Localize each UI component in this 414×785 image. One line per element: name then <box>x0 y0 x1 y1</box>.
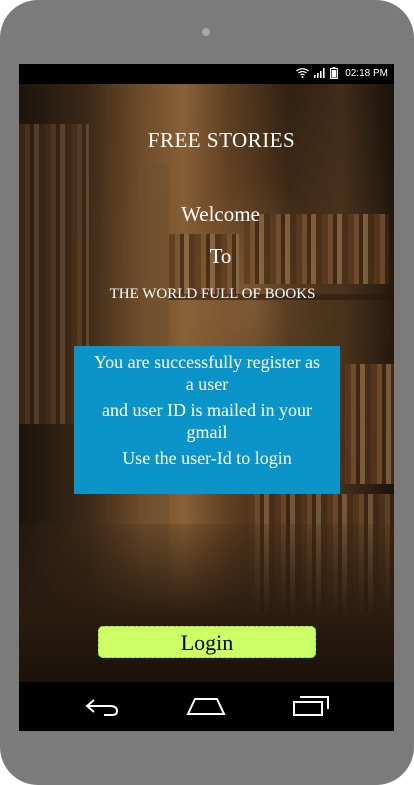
to-text: To <box>209 244 232 268</box>
welcome-text: Welcome <box>181 202 260 226</box>
recents-icon[interactable] <box>291 692 331 720</box>
page-title: FREE STORIES <box>147 128 296 152</box>
message-line: and user ID is mailed in your <box>102 400 312 420</box>
status-bar: 02:18 PM <box>19 64 394 84</box>
app-content: FREE STORIES Welcome To THE WORLD FULL O… <box>19 84 394 682</box>
message-line: You are successfully register as <box>93 352 321 372</box>
device-screen: 02:18 PM FREE STORIES Welcome To THE WOR… <box>19 64 394 731</box>
status-time: 02:18 PM <box>345 67 388 79</box>
tagline: THE WORLD FULL OF BOOKS <box>109 286 316 302</box>
device-frame: 02:18 PM FREE STORIES Welcome To THE WOR… <box>0 0 414 785</box>
message-line: gmail <box>186 422 228 442</box>
home-icon[interactable] <box>186 692 226 720</box>
message-line: Use the user-Id to login <box>122 448 292 468</box>
battery-icon <box>330 67 339 79</box>
message-line: a user <box>185 374 229 394</box>
back-icon[interactable] <box>82 692 122 720</box>
navigation-bar <box>19 682 394 731</box>
camera-icon <box>202 28 210 36</box>
signal-icon <box>314 68 325 78</box>
wifi-icon <box>296 68 310 78</box>
registration-message: You are successfully register as a user … <box>74 346 340 494</box>
login-button[interactable]: Login <box>98 626 316 658</box>
